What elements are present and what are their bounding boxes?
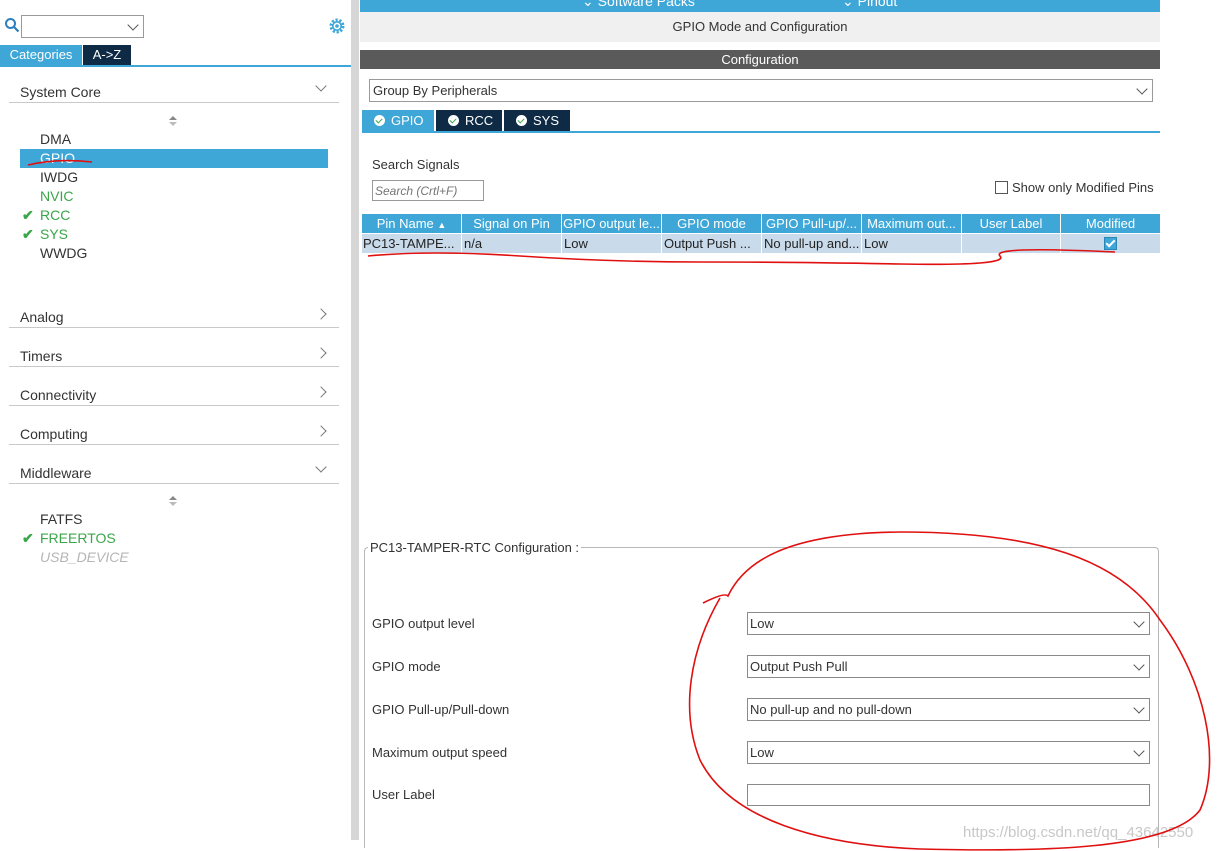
list-item-iwdg[interactable]: IWDG xyxy=(20,168,328,187)
search-signals-input[interactable] xyxy=(372,180,484,201)
chevron-right-icon xyxy=(315,308,327,320)
tab-categories[interactable]: Categories xyxy=(0,45,82,65)
label-user-label: User Label xyxy=(372,787,435,802)
watermark: https://blog.csdn.net/qq_43642550 xyxy=(963,824,1194,841)
column-header-user-label[interactable]: User Label xyxy=(962,214,1061,233)
sort-icon[interactable] xyxy=(168,115,178,127)
section-analog[interactable]: Analog xyxy=(9,303,339,328)
section-connectivity[interactable]: Connectivity xyxy=(9,381,339,406)
chevron-down-icon xyxy=(315,461,327,473)
chevron-down-icon xyxy=(127,18,139,31)
check-icon xyxy=(1105,237,1116,248)
list-item-wwdg[interactable]: WWDG xyxy=(20,244,328,263)
column-header-pin-name[interactable]: Pin Name ▲ xyxy=(362,214,462,233)
column-header-modified[interactable]: Modified xyxy=(1061,214,1160,233)
chevron-right-icon xyxy=(315,425,327,437)
section-title: Timers xyxy=(20,348,63,364)
chevron-down-icon xyxy=(1133,744,1145,757)
gpio-mode-dropdown[interactable]: Output Push Pull xyxy=(747,655,1150,678)
check-badge-icon xyxy=(516,115,527,126)
tab-rcc[interactable]: RCC xyxy=(436,110,502,132)
gpio-output-level-dropdown[interactable]: Low xyxy=(747,612,1150,635)
label-gpio-pull: GPIO Pull-up/Pull-down xyxy=(372,702,510,717)
list-item-dma[interactable]: DMA xyxy=(20,130,328,149)
tab-gpio[interactable]: GPIO xyxy=(362,110,434,132)
configuration-header: Configuration xyxy=(360,50,1160,69)
check-icon: ✔ xyxy=(22,530,34,546)
chevron-right-icon xyxy=(315,347,327,359)
check-badge-icon xyxy=(374,115,385,126)
cell-pin-name: PC13-TAMPE... xyxy=(362,234,462,253)
chevron-right-icon xyxy=(315,386,327,398)
list-item-rcc[interactable]: ✔ RCC xyxy=(20,206,328,225)
label-max-output-speed: Maximum output speed xyxy=(372,745,508,760)
list-item-fatfs[interactable]: FATFS xyxy=(20,510,328,529)
column-header-signal[interactable]: Signal on Pin xyxy=(462,214,562,233)
list-item-usb-device[interactable]: USB_DEVICE xyxy=(20,548,328,567)
tab-sys[interactable]: SYS xyxy=(504,110,570,132)
category-filter-dropdown[interactable] xyxy=(21,15,144,38)
user-label-input[interactable] xyxy=(747,784,1150,806)
section-title: Middleware xyxy=(20,465,92,481)
sort-icon[interactable] xyxy=(168,495,178,507)
top-toolbar: ⌄ Software Packs ⌄ Pinout xyxy=(360,0,1160,12)
chevron-down-icon xyxy=(315,80,327,92)
label-gpio-mode: GPIO mode xyxy=(372,659,441,674)
show-modified-label: Show only Modified Pins xyxy=(1012,180,1154,195)
check-icon: ✔ xyxy=(22,226,34,242)
cell-pull: No pull-up and... xyxy=(762,234,862,253)
gpio-pull-dropdown[interactable]: No pull-up and no pull-down xyxy=(747,698,1150,721)
max-output-speed-dropdown[interactable]: Low xyxy=(747,741,1150,764)
cell-output-level: Low xyxy=(562,234,662,253)
show-modified-checkbox[interactable] xyxy=(995,181,1008,194)
column-header-pull[interactable]: GPIO Pull-up/... xyxy=(762,214,862,233)
section-computing[interactable]: Computing xyxy=(9,420,339,445)
label-gpio-output-level: GPIO output level xyxy=(372,616,475,631)
tab-software-packs[interactable]: ⌄ Software Packs xyxy=(582,0,695,10)
section-title: Analog xyxy=(20,309,64,325)
search-signals-label: Search Signals xyxy=(372,157,460,172)
section-title: Connectivity xyxy=(20,387,97,403)
chevron-down-icon xyxy=(1136,82,1148,95)
gear-icon[interactable] xyxy=(328,17,346,35)
panel-splitter[interactable] xyxy=(351,0,359,840)
search-icon[interactable] xyxy=(4,17,20,33)
page-title: GPIO Mode and Configuration xyxy=(360,12,1160,42)
tab-underline xyxy=(0,65,351,67)
group-by-value: Group By Peripherals xyxy=(373,83,498,98)
cell-max-speed: Low xyxy=(862,234,962,253)
group-by-dropdown[interactable]: Group By Peripherals xyxy=(369,79,1153,102)
section-system-core[interactable]: System Core xyxy=(9,78,339,103)
check-badge-icon xyxy=(448,115,459,126)
section-middleware[interactable]: Middleware xyxy=(9,459,339,484)
chevron-down-icon xyxy=(1133,615,1145,628)
chevron-down-icon xyxy=(1133,701,1145,714)
section-title: System Core xyxy=(20,84,101,100)
tab-pinout[interactable]: ⌄ Pinout xyxy=(842,0,897,10)
section-timers[interactable]: Timers xyxy=(9,342,339,367)
column-header-gpio-mode[interactable]: GPIO mode xyxy=(662,214,762,233)
column-header-output-level[interactable]: GPIO output le... xyxy=(562,214,662,233)
cell-signal: n/a xyxy=(462,234,562,253)
chevron-down-icon xyxy=(1133,658,1145,671)
modified-checkbox-checked[interactable] xyxy=(1104,237,1117,250)
check-icon: ✔ xyxy=(22,207,34,223)
sort-ascending-icon: ▲ xyxy=(437,220,447,230)
cell-gpio-mode: Output Push ... xyxy=(662,234,762,253)
section-title: Computing xyxy=(20,426,88,442)
column-header-max-speed[interactable]: Maximum out... xyxy=(862,214,962,233)
list-item-sys[interactable]: ✔ SYS xyxy=(20,225,328,244)
pin-config-title: PC13-TAMPER-RTC Configuration : xyxy=(368,540,582,555)
tab-underline xyxy=(362,131,1160,133)
list-item-gpio[interactable]: GPIO xyxy=(20,149,328,168)
list-item-nvic[interactable]: NVIC xyxy=(20,187,328,206)
tab-a-z[interactable]: A->Z xyxy=(83,45,131,65)
category-panel: Categories A->Z System Core DMA GPIO IWD… xyxy=(0,0,351,851)
cell-modified xyxy=(1061,234,1160,253)
list-item-freertos[interactable]: ✔ FREERTOS xyxy=(20,529,328,548)
cell-user-label xyxy=(962,234,1061,253)
